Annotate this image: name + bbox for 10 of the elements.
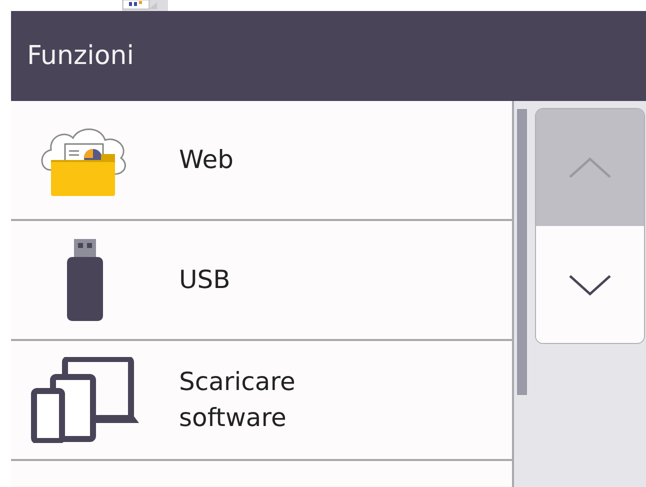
screen-title: Funzioni <box>27 41 134 71</box>
menu-item[interactable]: Scaricare software <box>11 341 512 461</box>
devices-icon <box>31 357 139 443</box>
chevron-up-icon <box>568 156 612 178</box>
document-icon <box>122 0 168 11</box>
usb-stick-icon <box>67 239 103 321</box>
chevron-down-icon <box>568 274 612 296</box>
menu-item[interactable]: USB <box>11 221 512 341</box>
menu-item[interactable]: Web <box>11 101 512 221</box>
scroll-down-button[interactable] <box>536 226 644 343</box>
